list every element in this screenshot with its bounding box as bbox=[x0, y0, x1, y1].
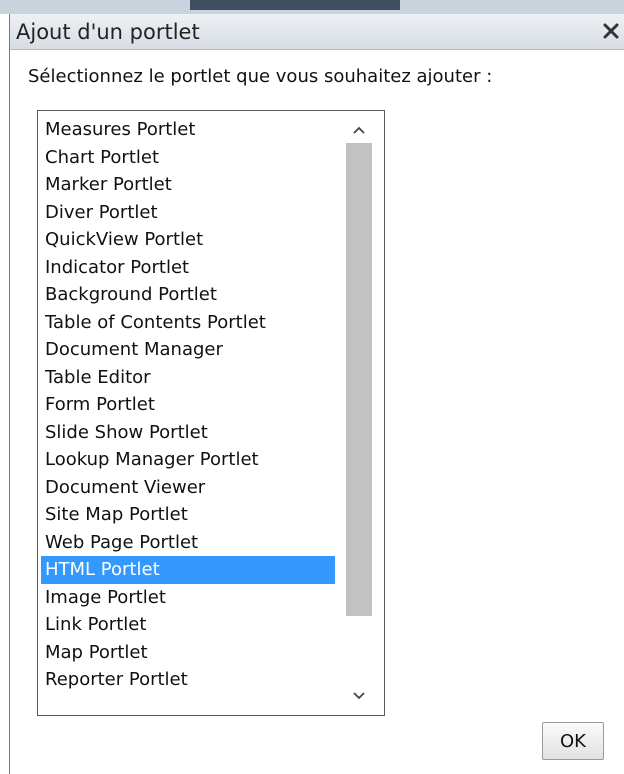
ok-button[interactable]: OK bbox=[542, 722, 604, 760]
list-item[interactable]: Background Portlet bbox=[41, 281, 335, 309]
chevron-down-icon bbox=[353, 692, 365, 700]
list-item[interactable]: Web Page Portlet bbox=[41, 529, 335, 557]
list-item[interactable]: Lookup Manager Portlet bbox=[41, 446, 335, 474]
list-item[interactable]: HTML Portlet bbox=[41, 556, 335, 584]
scroll-up-button[interactable] bbox=[345, 117, 373, 143]
background-tab bbox=[190, 0, 400, 10]
list-item[interactable]: Form Portlet bbox=[41, 391, 335, 419]
list-item[interactable]: Marker Portlet bbox=[41, 171, 335, 199]
list-item[interactable]: Table Editor bbox=[41, 364, 335, 392]
scroll-track[interactable] bbox=[346, 143, 372, 681]
close-button[interactable] bbox=[596, 16, 624, 46]
close-icon bbox=[603, 23, 619, 39]
list-item[interactable]: Link Portlet bbox=[41, 611, 335, 639]
list-scrollbar[interactable] bbox=[342, 111, 376, 715]
chevron-up-icon bbox=[353, 126, 365, 134]
scroll-down-button[interactable] bbox=[345, 683, 373, 709]
portlet-listbox[interactable]: Measures Portlet Chart Portlet Marker Port… bbox=[37, 110, 385, 716]
list-item[interactable]: Image Portlet bbox=[41, 584, 335, 612]
list-item[interactable]: Measures Portlet bbox=[41, 116, 335, 144]
list-item[interactable]: QuickView Portlet bbox=[41, 226, 335, 254]
list-item[interactable]: Site Map Portlet bbox=[41, 501, 335, 529]
add-portlet-dialog: Ajout d'un portlet Sélectionnez le portl… bbox=[9, 14, 624, 774]
list-item[interactable]: Map Portlet bbox=[41, 639, 335, 667]
portlet-list: Measures Portlet Chart Portlet Marker Port… bbox=[41, 116, 335, 694]
list-item[interactable]: Reporter Portlet bbox=[41, 666, 335, 694]
list-item[interactable]: Document Manager bbox=[41, 336, 335, 364]
list-item[interactable]: Table of Contents Portlet bbox=[41, 309, 335, 337]
list-item[interactable]: Chart Portlet bbox=[41, 144, 335, 172]
list-item[interactable]: Indicator Portlet bbox=[41, 254, 335, 282]
background-window-strip bbox=[0, 0, 624, 14]
dialog-titlebar: Ajout d'un portlet bbox=[10, 14, 624, 50]
list-item[interactable]: Slide Show Portlet bbox=[41, 419, 335, 447]
dialog-title: Ajout d'un portlet bbox=[16, 20, 200, 44]
list-item[interactable]: Document Viewer bbox=[41, 474, 335, 502]
scroll-thumb[interactable] bbox=[346, 143, 372, 616]
list-item[interactable]: Diver Portlet bbox=[41, 199, 335, 227]
dialog-prompt: Sélectionnez le portlet que vous souhait… bbox=[28, 66, 493, 87]
